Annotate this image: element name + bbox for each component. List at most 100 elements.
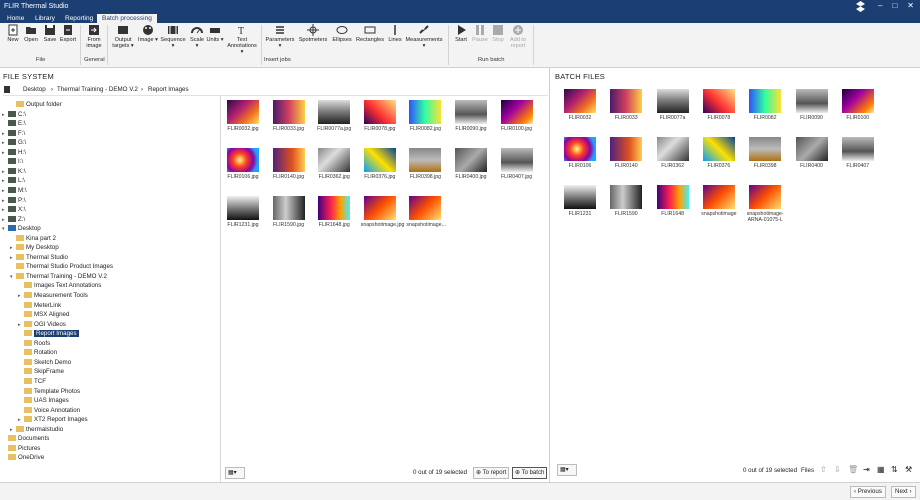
- batch-file-thumbnail[interactable]: FLIR0376: [697, 137, 741, 169]
- batch-file-thumbnail[interactable]: FLIR0032: [558, 89, 602, 121]
- previous-button[interactable]: ‹ Previous: [850, 486, 886, 498]
- tree-item[interactable]: Sketch Demo: [18, 358, 71, 367]
- export-button[interactable]: Export: [59, 24, 77, 43]
- tree-item[interactable]: Thermal Studio Product Images: [10, 262, 113, 271]
- tree-item[interactable]: ▸ My Desktop: [10, 243, 59, 252]
- file-thumbnail[interactable]: FLIR0100.jpg: [498, 100, 536, 132]
- breadcrumb-item[interactable]: Thermal Training - DEMO V.2: [57, 86, 138, 93]
- minimize-icon[interactable]: –: [878, 1, 882, 10]
- tab-reporting[interactable]: Reporting: [60, 14, 98, 23]
- batch-file-thumbnail[interactable]: FLIR0407: [836, 137, 880, 169]
- move-down-icon[interactable]: ⇩: [834, 465, 841, 474]
- tree-item[interactable]: ▾ Desktop: [2, 224, 41, 233]
- tree-item[interactable]: ▸ F:\: [2, 129, 25, 138]
- parameters-button[interactable]: Parameters ▾: [264, 24, 296, 49]
- output-targets-button[interactable]: Output targets ▾: [111, 24, 135, 49]
- ellipses-button[interactable]: Ellipses: [330, 24, 354, 43]
- batch-file-thumbnail[interactable]: FLIR0140: [604, 137, 648, 169]
- file-thumbnail[interactable]: FLIR1590.jpg: [270, 196, 308, 228]
- sequence-button[interactable]: Sequence ▾: [160, 24, 186, 49]
- batch-file-thumbnail[interactable]: FLIR1648: [651, 185, 695, 217]
- tree-item[interactable]: ▸ C:\: [2, 110, 26, 119]
- batch-file-thumbnail[interactable]: FLIR0362: [651, 137, 695, 169]
- text-annotations-button[interactable]: T Text Annotations ▾: [226, 24, 258, 55]
- start-button[interactable]: Start: [453, 24, 469, 43]
- file-thumbnail[interactable]: FLIR0362.jpg: [315, 148, 353, 180]
- file-thumbnail[interactable]: FLIR0407.jpg: [498, 148, 536, 180]
- file-thumbnail[interactable]: FLIR1648.jpg: [315, 196, 353, 228]
- tree-item[interactable]: ▾ Thermal Training - DEMO V.2: [10, 272, 107, 281]
- sort-icon[interactable]: ⇅: [891, 465, 898, 474]
- file-thumbnail[interactable]: FLIR0376.jpg: [361, 148, 399, 180]
- calendar-icon[interactable]: ▦: [877, 465, 885, 474]
- view-mode-button[interactable]: ▦▾: [557, 464, 577, 476]
- batch-file-thumbnail[interactable]: FLIR0398: [743, 137, 787, 169]
- from-image-button[interactable]: From image: [84, 24, 104, 49]
- tree-item[interactable]: Kina part 2: [10, 234, 56, 243]
- measurements-button[interactable]: Measurements ▾: [405, 24, 443, 49]
- file-thumbnail[interactable]: FLIR0082.jpg: [406, 100, 444, 132]
- tree-item[interactable]: Voice Annotation: [18, 406, 80, 415]
- tree-item[interactable]: ▸ K:\: [2, 167, 26, 176]
- units-button[interactable]: Units ▾: [206, 24, 224, 43]
- batch-file-thumbnail[interactable]: FLIR0078: [697, 89, 741, 121]
- scale-button[interactable]: Scale ▾: [188, 24, 206, 49]
- tab-library[interactable]: Library: [30, 14, 60, 23]
- tree-item[interactable]: ▸ H:\: [2, 148, 26, 157]
- tree-item[interactable]: ▸ thermalstudio: [10, 425, 63, 434]
- tree-item[interactable]: Images Text Annotations: [18, 281, 101, 290]
- tree-item[interactable]: ▸ Thermal Studio: [10, 253, 68, 262]
- file-thumbnail[interactable]: FLIR0090.jpg: [452, 100, 490, 132]
- tree-item[interactable]: ▸ Z:\: [2, 215, 25, 224]
- tree-item[interactable]: ▸ Measurement Tools: [18, 291, 88, 300]
- file-thumbnail[interactable]: FLIR0140.jpg: [270, 148, 308, 180]
- tools-icon[interactable]: ⚒: [905, 465, 912, 474]
- delete-icon[interactable]: 🗑: [848, 465, 858, 474]
- tree-item[interactable]: UAS Images: [18, 396, 69, 405]
- batch-file-thumbnail[interactable]: FLIR1231: [558, 185, 602, 217]
- batch-file-thumbnail[interactable]: FLIR0090: [790, 89, 834, 121]
- tree-item[interactable]: SkipFrame: [18, 367, 64, 376]
- breadcrumb-item[interactable]: Report Images: [148, 86, 189, 93]
- file-thumbnail[interactable]: snapshotimage...: [406, 196, 446, 228]
- file-thumbnail[interactable]: FLIR0033.jpg: [270, 100, 308, 132]
- move-to-end-icon[interactable]: ⇥: [863, 465, 870, 474]
- tree-item[interactable]: ▸ OGI Videos: [18, 320, 66, 329]
- file-thumbnail[interactable]: snapshotimage.jpg: [361, 196, 404, 228]
- file-thumbnail[interactable]: FLIR0032.jpg: [224, 100, 262, 132]
- batch-file-thumbnail[interactable]: FLIR0077a: [651, 89, 695, 121]
- tree-item[interactable]: OneDrive: [2, 453, 44, 462]
- save-button[interactable]: Save: [42, 24, 58, 43]
- batch-file-thumbnail[interactable]: FLIR0100: [836, 89, 880, 121]
- pause-button[interactable]: Pause: [471, 24, 489, 43]
- tree-item[interactable]: TCF: [18, 377, 46, 386]
- breadcrumb-item[interactable]: Desktop: [23, 86, 46, 93]
- tree-item[interactable]: ▸ L:\: [2, 176, 25, 185]
- tree-item[interactable]: I:\: [2, 157, 23, 166]
- file-thumbnail[interactable]: FLIR0398.jpg: [406, 148, 444, 180]
- image-button[interactable]: Image ▾: [137, 24, 159, 43]
- spotmeters-button[interactable]: Spotmeters: [298, 24, 328, 43]
- to-report-button[interactable]: ⊕ To report: [473, 467, 510, 479]
- maximize-icon[interactable]: □: [892, 1, 897, 10]
- add-to-report-button[interactable]: Add to report: [507, 24, 529, 49]
- new-button[interactable]: New: [5, 24, 21, 43]
- tree-item[interactable]: Report Images: [18, 329, 79, 338]
- view-mode-button[interactable]: ▦▾: [225, 467, 245, 479]
- file-thumbnail[interactable]: FLIR0106.jpg: [224, 148, 262, 180]
- batch-file-thumbnail[interactable]: FLIR0033: [604, 89, 648, 121]
- tree-item[interactable]: Roofs: [18, 339, 50, 348]
- tree-item[interactable]: ▸ G:\: [2, 138, 26, 147]
- tree-item[interactable]: Output folder: [10, 100, 62, 109]
- tree-item[interactable]: Pictures: [2, 444, 40, 453]
- batch-file-thumbnail[interactable]: FLIR0106: [558, 137, 602, 169]
- next-button[interactable]: Next ›: [891, 486, 916, 498]
- tree-item[interactable]: Rotation: [18, 348, 57, 357]
- tree-item[interactable]: Template Photos: [18, 387, 80, 396]
- file-thumbnail[interactable]: FLIR0400.jpg: [452, 148, 490, 180]
- tab-batch-processing[interactable]: Batch processing: [97, 14, 157, 23]
- move-up-icon[interactable]: ⇧: [820, 465, 827, 474]
- file-thumbnail[interactable]: FLIR0077a.jpg: [315, 100, 353, 132]
- batch-file-thumbnail[interactable]: FLIR1590: [604, 185, 648, 217]
- tree-item[interactable]: MeterLink: [18, 301, 61, 310]
